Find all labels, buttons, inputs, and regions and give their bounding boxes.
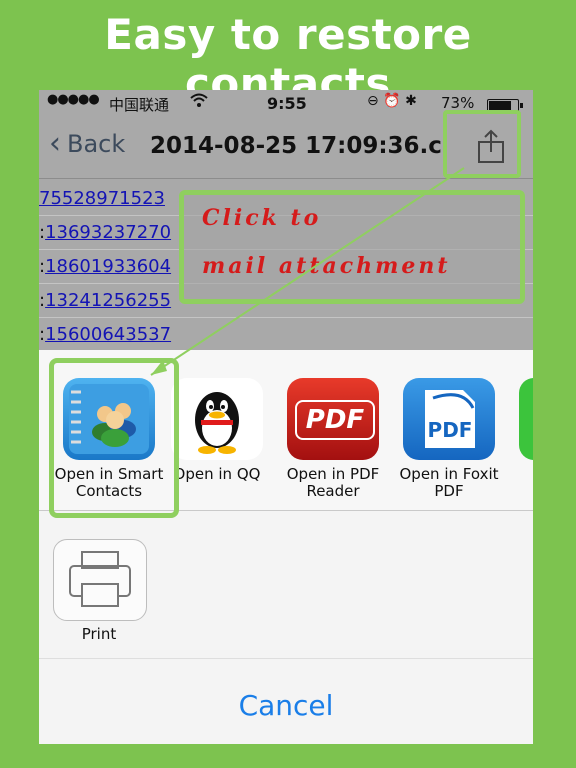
- printer-icon: [69, 551, 131, 607]
- list-item: :15600643537: [39, 318, 533, 352]
- qq-penguin-icon: [171, 378, 263, 460]
- app-foxit-pdf[interactable]: PDF Open in Foxit PDF: [393, 378, 505, 500]
- print-button[interactable]: [53, 539, 147, 621]
- cancel-button[interactable]: Cancel: [39, 689, 533, 722]
- phone-link[interactable]: 75528971523: [39, 188, 165, 209]
- phone-link[interactable]: 13241256255: [45, 290, 171, 311]
- status-time: 9:55: [267, 94, 307, 113]
- app-label: Open in Foxit PDF: [399, 465, 499, 500]
- print-label: Print: [81, 625, 117, 643]
- annotation-box: Click to mail attachment: [179, 190, 525, 304]
- back-label: Back: [67, 130, 126, 158]
- app-pdf-reader[interactable]: PDF Open in PDF Reader: [277, 378, 389, 500]
- pdf-reader-icon: PDF: [287, 378, 379, 460]
- phone-screen: ●●●●● 中国联通 9:55 ⊖ ⏰ ✱ 73% ‹ Back 2014-08…: [39, 90, 533, 744]
- smart-contacts-highlight: [49, 358, 179, 518]
- annotation-line-1: Click to: [202, 205, 322, 231]
- signal-icon: ●●●●●: [47, 92, 100, 107]
- file-title: 2014-08-25 17:09:36.csv: [150, 133, 446, 159]
- annotation-line-2: mail attachment: [202, 253, 451, 279]
- foxit-pdf-icon: PDF: [403, 378, 495, 460]
- wifi-icon: [189, 92, 209, 112]
- phone-link[interactable]: 13693237270: [45, 222, 171, 243]
- phone-link[interactable]: 18601933604: [45, 256, 171, 277]
- share-button-highlight: [443, 110, 521, 178]
- cancel-area: Cancel: [39, 658, 533, 744]
- share-sheet-actions: Print: [39, 511, 533, 643]
- status-icons: ⊖ ⏰ ✱: [367, 93, 417, 109]
- carrier-name: 中国联通: [109, 96, 170, 114]
- app-label: Open in PDF Reader: [286, 465, 380, 500]
- chevron-left-icon: ‹: [49, 126, 61, 161]
- phone-link[interactable]: 15600643537: [45, 324, 171, 345]
- back-button[interactable]: ‹ Back: [49, 126, 126, 161]
- partial-app-icon[interactable]: [519, 378, 533, 460]
- dimmed-csv-view: ●●●●● 中国联通 9:55 ⊖ ⏰ ✱ 73% ‹ Back 2014-08…: [39, 90, 533, 352]
- share-sheet-apps: Open in Smart Contacts Open in QQ PDF Op…: [39, 350, 533, 518]
